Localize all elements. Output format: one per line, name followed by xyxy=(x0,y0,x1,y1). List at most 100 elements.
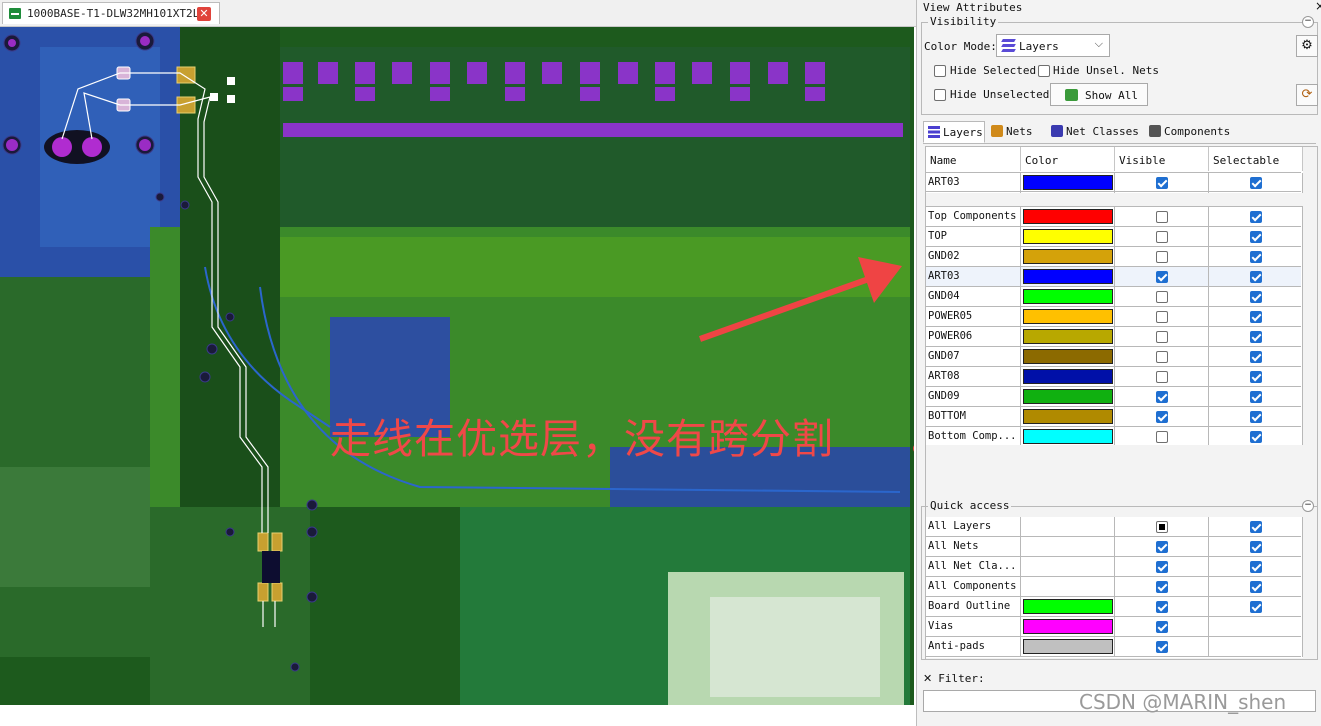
active-layer-visible-checkbox[interactable] xyxy=(1156,177,1168,189)
layer-row[interactable]: ART08 xyxy=(926,367,1303,387)
power06-selectable-checkbox[interactable] xyxy=(1250,331,1262,343)
all-net-cla-selectable-checkbox[interactable] xyxy=(1250,561,1262,573)
power05-selectable-checkbox[interactable] xyxy=(1250,311,1262,323)
gnd07-color-swatch[interactable] xyxy=(1023,349,1113,364)
color-mode-select[interactable]: Layers ⌵ xyxy=(996,34,1110,57)
quick-access-row[interactable]: All Nets xyxy=(926,537,1303,557)
gnd07-visible-checkbox[interactable] xyxy=(1156,351,1168,363)
gnd04-selectable-checkbox[interactable] xyxy=(1250,291,1262,303)
column-header-selectable[interactable]: Selectable xyxy=(1209,147,1303,171)
top-components-color-swatch[interactable] xyxy=(1023,209,1113,224)
show-all-button[interactable]: Show All xyxy=(1050,83,1148,106)
power06-color-swatch[interactable] xyxy=(1023,329,1113,344)
power05-color-swatch[interactable] xyxy=(1023,309,1113,324)
layer-row[interactable]: GND09 xyxy=(926,387,1303,407)
settings-gear-icon[interactable]: ⚙ xyxy=(1296,35,1318,57)
all-layers-visible-checkbox[interactable] xyxy=(1156,521,1168,533)
column-header-visible[interactable]: Visible xyxy=(1115,147,1209,171)
top-color-swatch[interactable] xyxy=(1023,229,1113,244)
layer-row[interactable]: TOP xyxy=(926,227,1303,247)
layer-row[interactable]: Bottom Comp... xyxy=(926,427,1303,447)
anti-pads-color-swatch[interactable] xyxy=(1023,639,1113,654)
gnd02-selectable-checkbox[interactable] xyxy=(1250,251,1262,263)
gnd09-selectable-checkbox[interactable] xyxy=(1250,391,1262,403)
bottom-comp-visible-checkbox[interactable] xyxy=(1156,431,1168,443)
quick-access-row[interactable]: Board Outline xyxy=(926,597,1303,617)
art08-visible-checkbox[interactable] xyxy=(1156,371,1168,383)
top-selectable-checkbox[interactable] xyxy=(1250,231,1262,243)
active-layer-color-swatch[interactable] xyxy=(1023,175,1113,190)
all-components-visible-checkbox[interactable] xyxy=(1156,581,1168,593)
layer-row[interactable]: GND07 xyxy=(926,347,1303,367)
vias-color-swatch[interactable] xyxy=(1023,619,1113,634)
layer-row[interactable]: GND04 xyxy=(926,287,1303,307)
tab-net-classes[interactable]: Net Classes xyxy=(1047,121,1143,143)
document-tab[interactable]: 1000BASE-T1-DLW32MH101XT2L* ✕ xyxy=(2,2,220,24)
bottom-comp-selectable-checkbox[interactable] xyxy=(1250,431,1262,443)
close-tab-icon[interactable]: ✕ xyxy=(197,7,211,21)
layer-row[interactable]: Top Components xyxy=(926,207,1303,227)
art03-selectable-checkbox[interactable] xyxy=(1250,271,1262,283)
gnd09-visible-checkbox[interactable] xyxy=(1156,391,1168,403)
top-components-visible-checkbox[interactable] xyxy=(1156,211,1168,223)
column-header-color[interactable]: Color xyxy=(1021,147,1115,171)
clear-filter-icon[interactable]: ✕ xyxy=(923,672,932,685)
all-nets-visible-checkbox[interactable] xyxy=(1156,541,1168,553)
vias-visible-checkbox[interactable] xyxy=(1156,621,1168,633)
quick-access-row[interactable]: Vias xyxy=(926,617,1303,637)
all-nets-selectable-checkbox[interactable] xyxy=(1250,541,1262,553)
bottom-visible-checkbox[interactable] xyxy=(1156,411,1168,423)
power05-visible-checkbox[interactable] xyxy=(1156,311,1168,323)
panel-close-icon[interactable]: × xyxy=(1315,0,1321,13)
gnd02-color-swatch[interactable] xyxy=(1023,249,1113,264)
art03-color-swatch[interactable] xyxy=(1023,269,1113,284)
board-outline-color-swatch[interactable] xyxy=(1023,599,1113,614)
hide-selected-checkbox[interactable] xyxy=(934,65,946,77)
top-components-selectable-checkbox[interactable] xyxy=(1250,211,1262,223)
layer-row[interactable]: POWER06 xyxy=(926,327,1303,347)
bottom-color-swatch[interactable] xyxy=(1023,409,1113,424)
layer-row[interactable]: POWER05 xyxy=(926,307,1303,327)
gnd04-visible-checkbox[interactable] xyxy=(1156,291,1168,303)
all-components-selectable-checkbox[interactable] xyxy=(1250,581,1262,593)
active-layer-row[interactable]: ART03 xyxy=(926,172,1303,193)
column-header-name[interactable]: Name xyxy=(926,147,1021,171)
bottom-selectable-checkbox[interactable] xyxy=(1250,411,1262,423)
tab-nets[interactable]: Nets xyxy=(987,121,1045,143)
tab-components[interactable]: Components xyxy=(1145,121,1235,143)
layer-row[interactable]: BOTTOM xyxy=(926,407,1303,427)
art03-visible-checkbox[interactable] xyxy=(1156,271,1168,283)
all-net-cla-visible-checkbox[interactable] xyxy=(1156,561,1168,573)
active-layer-selectable-checkbox[interactable] xyxy=(1250,177,1262,189)
layer-row[interactable]: ART03 xyxy=(926,267,1303,287)
art08-selectable-checkbox[interactable] xyxy=(1250,371,1262,383)
quick-access-row[interactable]: All Net Cla... xyxy=(926,557,1303,577)
tab-layers[interactable]: Layers xyxy=(923,121,985,143)
gnd04-color-swatch[interactable] xyxy=(1023,289,1113,304)
gnd02-name: GND02 xyxy=(928,250,960,262)
gnd07-name: GND07 xyxy=(928,350,960,362)
gnd09-color-swatch[interactable] xyxy=(1023,389,1113,404)
gnd02-visible-checkbox[interactable] xyxy=(1156,251,1168,263)
collapse-icon[interactable]: − xyxy=(1302,500,1314,512)
bottom-comp-color-swatch[interactable] xyxy=(1023,429,1113,444)
quick-access-row[interactable]: Anti-pads xyxy=(926,637,1303,657)
power06-visible-checkbox[interactable] xyxy=(1156,331,1168,343)
magnet-icon[interactable]: ⟳ xyxy=(1296,84,1318,106)
hide-unsel-nets-checkbox[interactable] xyxy=(1038,65,1050,77)
hide-unselected-checkbox[interactable] xyxy=(934,89,946,101)
all-layers-selectable-checkbox[interactable] xyxy=(1250,521,1262,533)
quick-access-row[interactable]: All Components xyxy=(926,577,1303,597)
bottom-comp-name: Bottom Comp... xyxy=(928,430,1017,442)
board-outline-visible-checkbox[interactable] xyxy=(1156,601,1168,613)
quick-access-row[interactable]: All Layers xyxy=(926,517,1303,537)
nets-tab-icon xyxy=(991,125,1003,137)
gnd07-selectable-checkbox[interactable] xyxy=(1250,351,1262,363)
collapse-icon[interactable]: − xyxy=(1302,16,1314,28)
top-visible-checkbox[interactable] xyxy=(1156,231,1168,243)
anti-pads-visible-checkbox[interactable] xyxy=(1156,641,1168,653)
pcb-canvas[interactable]: 走线在优选层，没有跨分割 xyxy=(0,27,914,705)
art08-color-swatch[interactable] xyxy=(1023,369,1113,384)
layer-row[interactable]: GND02 xyxy=(926,247,1303,267)
board-outline-selectable-checkbox[interactable] xyxy=(1250,601,1262,613)
